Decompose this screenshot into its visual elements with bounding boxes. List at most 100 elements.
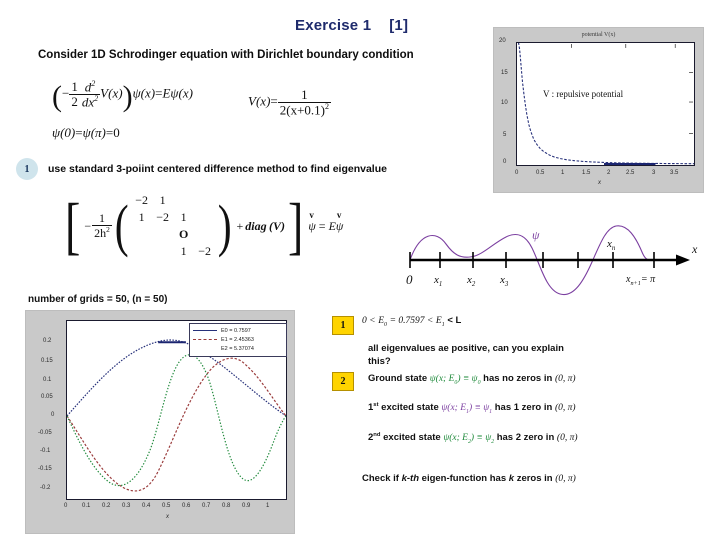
potential-ytick: 15 — [501, 70, 508, 76]
outer-bracket-right: ] — [287, 189, 304, 261]
matrix-cell: 1 — [180, 244, 187, 258]
axis-arrowhead — [676, 254, 690, 266]
grid-tick-label-n: xn — [607, 238, 616, 253]
eigen-ytick: 0.15 — [41, 358, 53, 364]
diag-operator: diag (V) — [245, 218, 286, 233]
potential-xtick: 2.5 — [626, 170, 635, 176]
potential-curve — [517, 42, 695, 165]
legend-label-ground: E0 = 0.7597 — [221, 327, 251, 334]
minus-sign: − — [62, 85, 70, 101]
d-squared: d2 — [84, 79, 96, 95]
bullet-badge-1: 1 — [16, 158, 38, 180]
eigen-xtick: 0.2 — [102, 503, 111, 509]
potential-ytick: 10 — [501, 100, 508, 106]
title-reference: [1] — [389, 17, 409, 34]
eigen-ytick: -0.15 — [38, 466, 52, 472]
axis-variable-label: x — [692, 242, 698, 256]
paren-pi: (π) — [90, 125, 106, 140]
page-title: Exercise 1 [1] — [295, 17, 408, 34]
ground-state-math: ψ(x; E0) ≡ ψ0 — [429, 374, 481, 386]
V-symbol: V — [248, 93, 256, 109]
grid-tick-label-1: x1 — [434, 274, 443, 289]
matrix-cell — [194, 209, 215, 226]
first-excited-label: 1st — [368, 402, 379, 414]
first-excited-tail: has 1 zero in — [494, 402, 553, 414]
h-squared-fraction: 1 2h2 — [92, 211, 112, 240]
matrix-cell: 1 — [159, 193, 166, 207]
matrix-cell — [173, 192, 194, 209]
grid-tick-label-3: x3 — [500, 274, 509, 289]
interval-second: (0, π) — [556, 433, 578, 444]
paren-x-2: (x) — [140, 85, 156, 101]
potential-xlabel: x — [598, 180, 601, 186]
matrix-cell: −2 — [198, 244, 212, 258]
eigen-xtick: 0.6 — [182, 503, 191, 509]
check-k-th: k-th — [401, 473, 420, 484]
check-k: k — [508, 473, 515, 484]
eigen-ytick: -0.2 — [40, 485, 51, 491]
matrix-row: 1 −2 — [131, 243, 215, 260]
interval-check: (0, π) — [555, 474, 576, 484]
eigen-ytick: 0.05 — [41, 394, 53, 400]
boundary-conditions: ψ(0)=ψ(π)=0 — [52, 125, 120, 141]
potential-symbol: V — [100, 85, 109, 101]
equals-2: = — [270, 93, 278, 109]
E0-value: = 0.7597 < — [389, 316, 434, 326]
title-text: Exercise 1 — [295, 17, 372, 34]
potential-xtick: 1 — [561, 170, 565, 176]
lead-sentence: Consider 1D Schrodinger equation with Di… — [38, 49, 414, 61]
potential-ytick: 0 — [503, 159, 507, 165]
second-excited-math: ψ(x; E2) ≡ ψ2 — [443, 433, 495, 446]
eigen-xtick: 0.1 — [82, 503, 91, 509]
interval-first: (0, π) — [554, 403, 576, 414]
ground-state-line: Ground state ψ(x; E0) ≡ ψ0 has no zeros … — [368, 373, 576, 386]
second-excited-line: 2nd excited state ψ(x; E2) ≡ ψ2 has 2 ze… — [368, 432, 578, 445]
check-post: zeros in — [516, 473, 553, 484]
ground-state-label: Ground state — [368, 373, 428, 384]
potential-curve-svg — [517, 42, 695, 166]
legend-item: E2 = 5.37074 — [190, 344, 286, 353]
interval-ground: (0, π) — [554, 374, 576, 384]
matrix-paren-right: ) — [217, 193, 232, 259]
eigen-xtick: 0.9 — [242, 503, 251, 509]
potential-xtick: 0.5 — [536, 170, 545, 176]
check-line: Check if k-th eigen-function has k zeros… — [362, 473, 576, 484]
matrix-row: O — [131, 226, 215, 243]
psi-symbol-1: ψ — [132, 85, 141, 101]
ground-state-tail: has no zeros in — [483, 373, 553, 384]
eigen-ytick: -0.05 — [38, 430, 52, 436]
matrix-row: −2 1 — [131, 192, 215, 209]
psi-vector-1: v ψ — [308, 209, 316, 233]
matrix-cell — [131, 226, 152, 243]
matrix-cell: −2 — [135, 193, 149, 207]
eigen-xtick: 1 — [266, 503, 270, 509]
matrix-cell-center: O — [178, 227, 189, 241]
matrix-cell — [152, 226, 173, 243]
potential-ytick: 20 — [499, 38, 506, 44]
inequality-post: < L — [447, 315, 462, 326]
matrix-row: 1 −2 1 — [131, 209, 215, 226]
second-excited-label: 2nd — [368, 432, 381, 444]
potential-plot-panel: V : repulsive potential — [516, 42, 695, 166]
eigen-ytick: 0.2 — [43, 338, 52, 344]
matrix-cell — [152, 243, 173, 260]
grid-tick-label-0: 0 — [406, 272, 413, 287]
paren-zero: (0) — [60, 125, 76, 140]
grid-axis-diagram: 0 x1 x2 x3 xn xn+1= π x ψ — [398, 212, 710, 304]
second-derivative-fraction: d2 dx2 — [79, 79, 101, 109]
potential-xtick: 2 — [607, 170, 611, 176]
legend-swatch-first — [193, 339, 217, 340]
psi-bc-2: ψ — [82, 125, 91, 140]
matrix-cell — [194, 192, 215, 209]
potential-xtick: 0 — [515, 170, 519, 176]
grids-count-label: number of grids = 50, (n = 50) — [28, 294, 168, 305]
zero-value: 0 — [113, 125, 120, 140]
bullet-text-1: use standard 3-poiint centered differenc… — [48, 163, 387, 175]
E0-symbol: E0 — [378, 316, 387, 328]
potential-xtick: 3.5 — [670, 170, 679, 176]
eigen-xtick: 0 — [64, 503, 68, 509]
eigen-ytick: 0.1 — [43, 377, 52, 383]
potential-figure-title: potential V(x) — [581, 32, 616, 38]
psi-symbol-2: ψ — [170, 85, 179, 101]
second-excited-tail: has 2 zero in — [496, 432, 555, 444]
